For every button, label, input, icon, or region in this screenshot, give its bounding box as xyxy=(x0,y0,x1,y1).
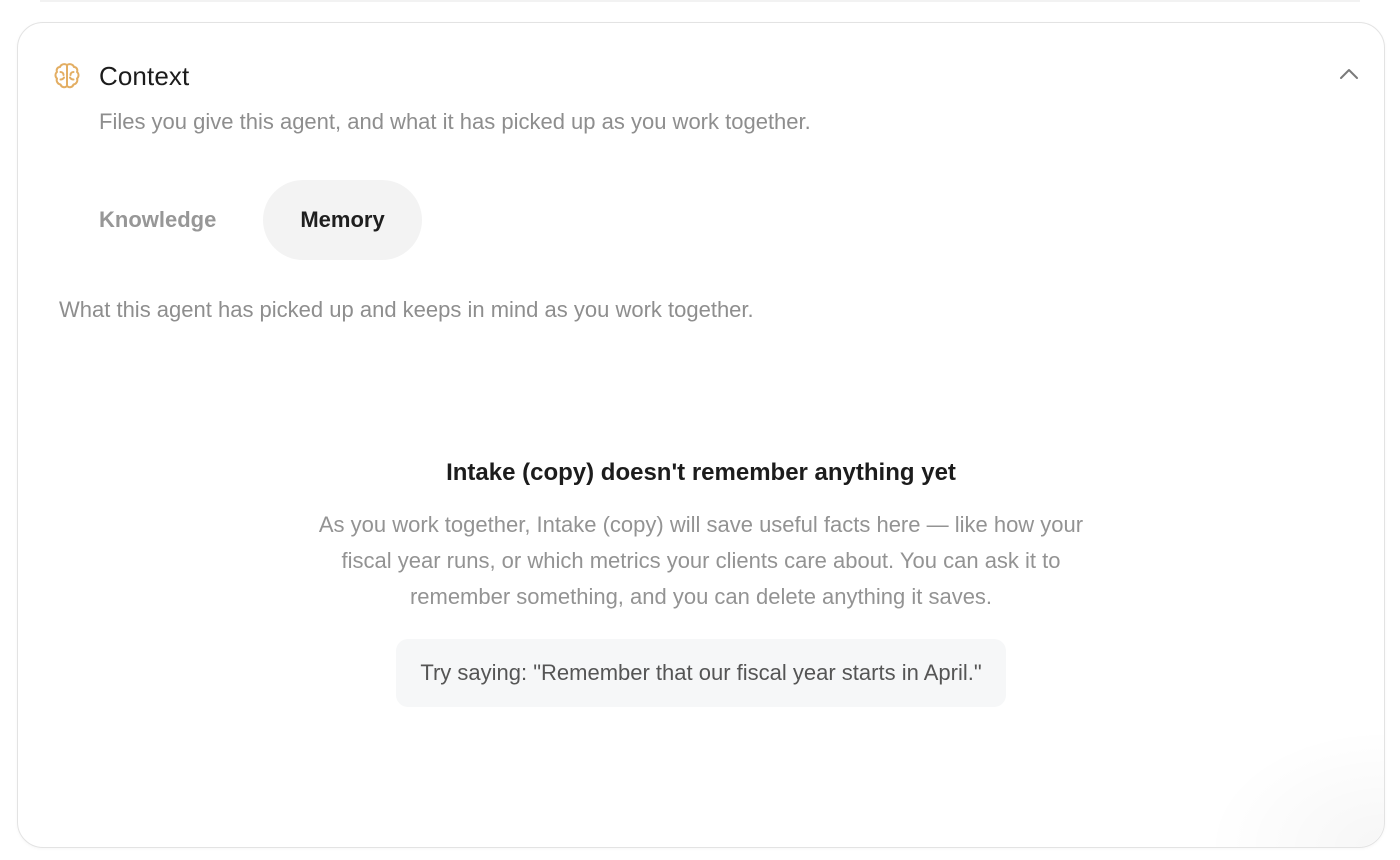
tab-memory[interactable]: Memory xyxy=(263,180,422,260)
empty-state-body: As you work together, Intake (copy) will… xyxy=(318,512,1084,609)
card-subtitle: Files you give this agent, and what it h… xyxy=(99,109,811,134)
context-card: Context Files you give this agent, and w… xyxy=(17,22,1385,848)
memory-description: What this agent has picked up and keeps … xyxy=(59,297,754,322)
card-title: Context xyxy=(99,61,190,91)
example-hint: Try saying: "Remember that our fiscal ye… xyxy=(396,639,1006,707)
corner-shade xyxy=(1204,727,1384,847)
collapse-button[interactable] xyxy=(1334,63,1364,89)
memory-empty-state: Intake (copy) doesn't remember anything … xyxy=(18,457,1384,707)
brain-icon xyxy=(52,61,82,91)
top-divider xyxy=(40,0,1360,2)
empty-state-title: Intake (copy) doesn't remember anything … xyxy=(446,459,956,486)
context-tabs: Knowledge Memory xyxy=(62,180,422,260)
chevron-up-icon xyxy=(1339,67,1359,85)
tab-knowledge[interactable]: Knowledge xyxy=(62,180,253,260)
